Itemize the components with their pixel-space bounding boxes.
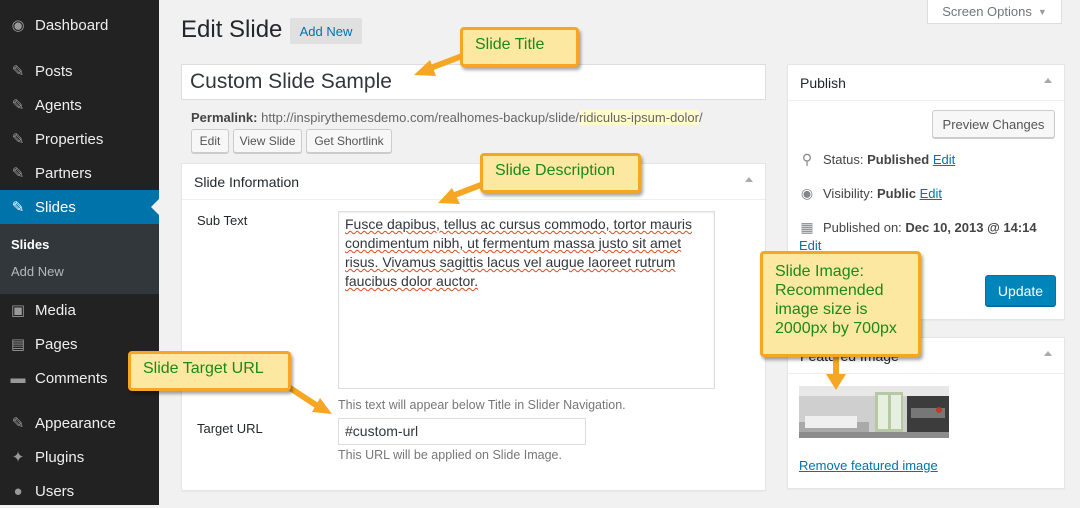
media-icon: ▣ [10, 302, 26, 319]
permalink-edit-button[interactable]: Edit [191, 129, 229, 153]
pushpin-icon: ✎ [11, 199, 25, 216]
permalink-base: http://inspirythemesdemo.com/realhomes-b… [261, 110, 580, 125]
pushpin-icon: ✎ [11, 63, 25, 80]
published-on-row: ▦ Published on: Dec 10, 2013 @ 14:14 [799, 219, 1037, 236]
menu-label: Dashboard [35, 16, 109, 34]
update-button[interactable]: Update [985, 275, 1056, 306]
sub-text-value: Fusce dapibus, tellus ac cursus commodo,… [345, 216, 693, 289]
menu-label: Partners [35, 164, 92, 182]
add-new-button[interactable]: Add New [290, 18, 362, 44]
dashboard-icon: ◉ [11, 17, 25, 34]
comments-icon: ▬ [10, 369, 26, 387]
preview-changes-button[interactable]: Preview Changes [932, 110, 1055, 138]
menu-label: Agents [35, 96, 82, 114]
visibility-edit-link[interactable]: Edit [920, 186, 942, 201]
pages-icon: ▤ [10, 336, 26, 353]
permalink: Permalink: http://inspirythemesdemo.com/… [191, 110, 703, 125]
post-title-input[interactable]: Custom Slide Sample [181, 64, 766, 100]
eye-icon: ◉ [800, 185, 814, 201]
menu-item-appearance[interactable]: ✎ Appearance [0, 406, 159, 440]
pushpin-icon: ✎ [11, 131, 25, 148]
sub-text-textarea[interactable]: Fusce dapibus, tellus ac cursus commodo,… [338, 211, 715, 389]
admin-sidebar: ◉ Dashboard ✎ Posts ✎ Agents ✎ Propertie… [0, 0, 159, 505]
slide-information-heading: Slide Information [182, 164, 765, 200]
menu-item-agents[interactable]: ✎ Agents [0, 88, 159, 122]
published-label: Published on: [823, 220, 902, 235]
featured-image-thumbnail[interactable] [799, 386, 949, 438]
page-title: Edit Slide [181, 16, 283, 43]
screen-options-label: Screen Options [942, 4, 1032, 19]
status-edit-link[interactable]: Edit [933, 152, 955, 167]
menu-label: Media [35, 301, 76, 319]
location-pin-icon: ⚲ [801, 151, 813, 167]
menu-item-plugins[interactable]: ✦ Plugins [0, 440, 159, 474]
submenu-item-slides[interactable]: Slides [11, 237, 49, 252]
menu-item-partners[interactable]: ✎ Partners [0, 156, 159, 190]
get-shortlink-button[interactable]: Get Shortlink [306, 129, 392, 153]
sub-text-label: Sub Text [197, 213, 248, 228]
collapse-toggle-icon[interactable] [745, 177, 753, 182]
pushpin-icon: ✎ [11, 165, 25, 182]
collapse-toggle-icon[interactable] [1044, 351, 1052, 356]
menu-label: Comments [35, 369, 108, 387]
permalink-label: Permalink: [191, 110, 258, 125]
visibility-row: ◉ Visibility: Public Edit [799, 185, 942, 202]
callout-image-line: Recommended [775, 282, 884, 299]
menu-item-media[interactable]: ▣ Media [0, 293, 159, 327]
plugins-icon: ✦ [11, 449, 25, 466]
permalink-tail: / [698, 110, 703, 125]
target-url-label: Target URL [197, 421, 263, 436]
menu-label: Properties [35, 130, 104, 148]
status-value: Published [867, 152, 930, 167]
callout-slide-title: Slide Title [460, 27, 579, 67]
pushpin-icon: ✎ [11, 97, 25, 114]
menu-label: Users [35, 482, 75, 500]
collapse-toggle-icon[interactable] [1044, 78, 1052, 83]
callout-image-line: 2000px by 700px [775, 320, 897, 337]
callout-image-line: image size is [775, 301, 868, 318]
appearance-icon: ✎ [11, 415, 25, 432]
menu-item-slides[interactable]: ✎ Slides [0, 190, 159, 224]
menu-label: Posts [35, 62, 73, 80]
slides-submenu: Slides Add New [0, 224, 159, 294]
status-label: Status: [823, 152, 864, 167]
publish-heading: Publish [788, 65, 1064, 101]
menu-item-properties[interactable]: ✎ Properties [0, 122, 159, 156]
users-icon: ● [13, 482, 23, 500]
visibility-value: Public [876, 186, 916, 201]
menu-item-dashboard[interactable]: ◉ Dashboard [0, 8, 159, 42]
submenu-item-add-new[interactable]: Add New [11, 264, 64, 279]
visibility-label: Visibility: [823, 186, 874, 201]
callout-slide-description: Slide Description [480, 153, 641, 193]
callout-slide-target-url: Slide Target URL [128, 351, 291, 391]
calendar-icon: ▦ [800, 219, 814, 235]
status-row: ⚲ Status: Published Edit [799, 151, 955, 168]
menu-label: Appearance [35, 414, 116, 432]
permalink-slug[interactable]: ridiculus-ipsum-dolor [579, 110, 699, 125]
sub-text-help: This text will appear below Title in Sli… [338, 398, 626, 412]
menu-item-users[interactable]: ● Users [0, 474, 159, 508]
menu-label: Plugins [35, 448, 85, 466]
chevron-down-icon: ▼ [1037, 6, 1047, 17]
view-slide-button[interactable]: View Slide [233, 129, 302, 153]
active-indicator [151, 199, 159, 215]
target-url-help: This URL will be applied on Slide Image. [338, 448, 562, 462]
published-value: Dec 10, 2013 @ 14:14 [905, 220, 1037, 235]
menu-item-posts[interactable]: ✎ Posts [0, 54, 159, 88]
menu-label: Pages [35, 335, 78, 353]
target-url-input[interactable]: #custom-url [338, 418, 586, 445]
remove-featured-image-link[interactable]: Remove featured image [799, 458, 938, 473]
menu-label: Slides [35, 198, 76, 216]
callout-slide-image: Slide Image: Recommended image size is 2… [760, 251, 921, 357]
screen-options-button[interactable]: Screen Options ▼ [927, 0, 1062, 24]
callout-image-line: Slide Image: [775, 263, 864, 280]
